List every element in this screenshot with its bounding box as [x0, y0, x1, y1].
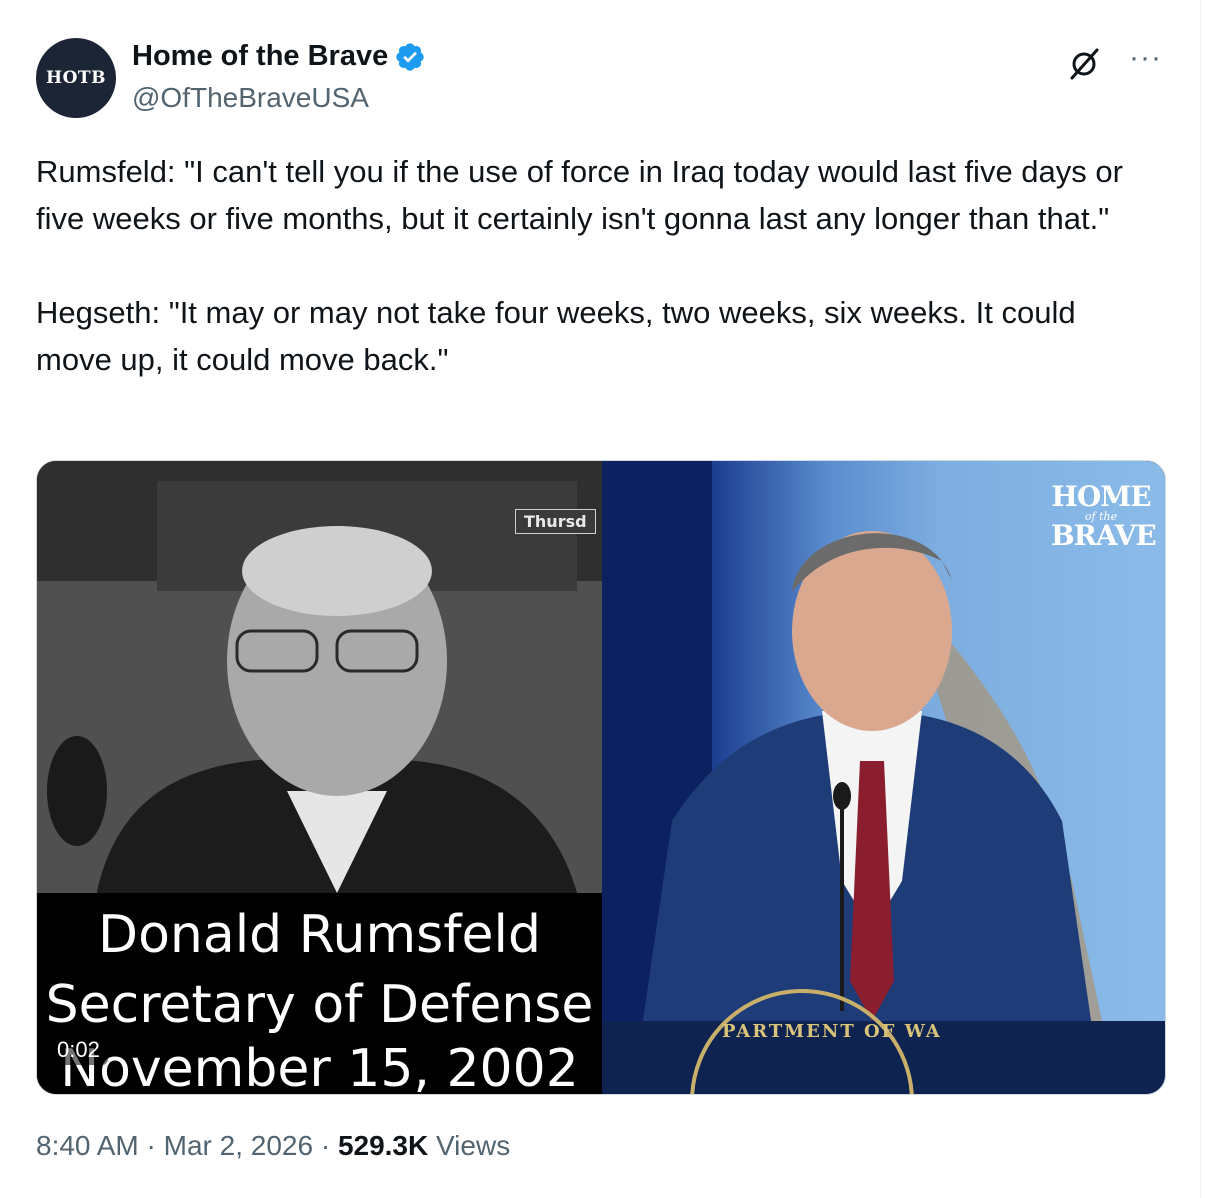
video-player[interactable]: Thursd Donald Rumsfeld Secretary of Defe…	[36, 460, 1166, 1095]
video-timestamp: 0:02	[49, 1035, 108, 1065]
watermark-brave: BRAVE	[1051, 519, 1157, 552]
display-name[interactable]: Home of the Brave	[132, 40, 388, 73]
watermark-home: HOME	[1051, 480, 1151, 513]
tweet-text: Rumsfeld: "I can't tell you if the use o…	[36, 148, 1156, 383]
tweet-paragraph-2: Hegseth: "It may or may not take four we…	[36, 295, 1076, 377]
caption-name: Donald Rumsfeld	[98, 905, 541, 965]
post-date[interactable]: Mar 2, 2026	[164, 1130, 313, 1161]
views-label: Views	[428, 1130, 511, 1161]
hotb-watermark: HOME of the BRAVE	[1051, 480, 1157, 552]
avatar[interactable]: HOTB	[36, 38, 116, 118]
meta-separator: ·	[313, 1130, 338, 1161]
hegseth-video-panel: HOME of the BRAVE PARTMENT OF WA	[602, 461, 1165, 1094]
more-options-icon[interactable]: ···	[1129, 43, 1162, 73]
column-divider	[1200, 0, 1201, 1198]
display-name-row: Home of the Brave	[132, 40, 426, 73]
broadcast-date-tag: Thursd	[515, 509, 596, 534]
views-count: 529.3K	[337, 1130, 429, 1161]
tweet-paragraph-1: Rumsfeld: "I can't tell you if the use o…	[36, 154, 1123, 236]
post-time[interactable]: 8:40 AM	[36, 1130, 139, 1161]
meta-separator: ·	[138, 1130, 164, 1161]
tweet-meta: 8:40 AM · Mar 2, 2026 · 529.3K Views	[36, 1130, 510, 1162]
hegseth-figure	[602, 461, 1165, 1094]
rumsfeld-video-panel: Thursd Donald Rumsfeld Secretary of Defe…	[37, 461, 602, 1095]
department-seal-text: PARTMENT OF WA	[722, 1021, 942, 1042]
grok-icon[interactable]	[1066, 46, 1102, 82]
avatar-text: HOTB	[46, 68, 106, 88]
user-handle[interactable]: @OfTheBraveUSA	[132, 82, 369, 114]
tweet-header: HOTB Home of the Brave @OfTheBraveUSA ··…	[36, 36, 1170, 120]
caption-date: November 15, 2002	[60, 1039, 579, 1095]
caption-title: Secretary of Defense	[45, 975, 594, 1035]
verified-badge-icon[interactable]	[394, 41, 426, 73]
